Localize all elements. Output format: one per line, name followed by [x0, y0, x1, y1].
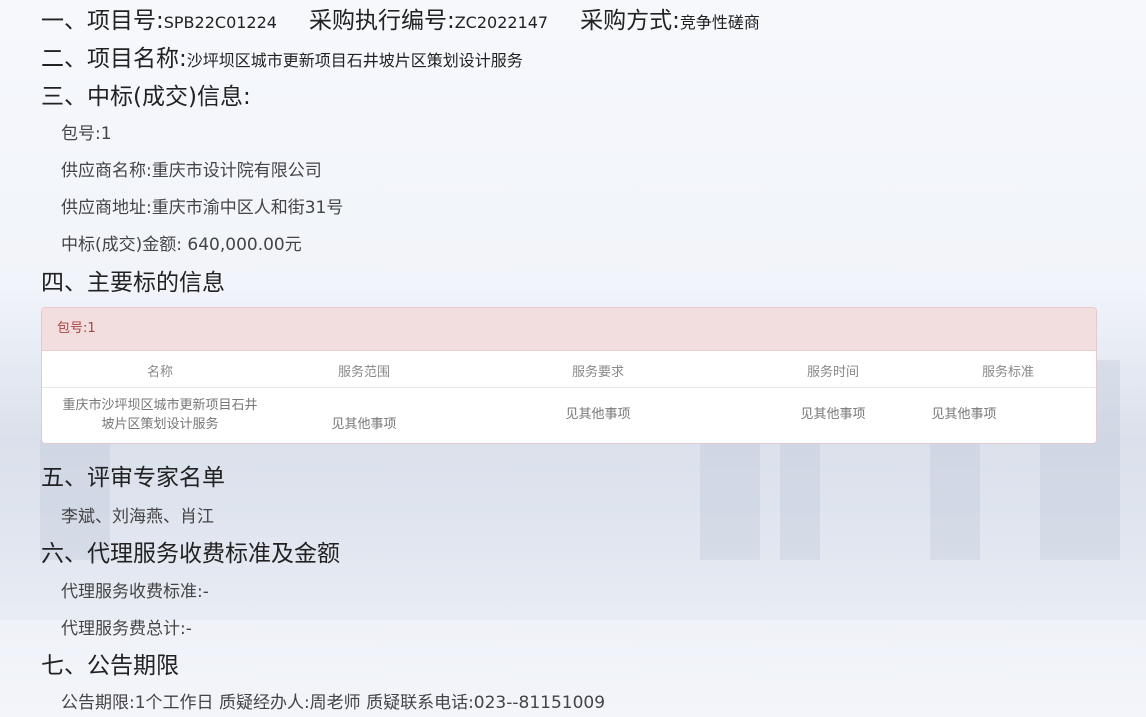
column-header-scope: 服务范围	[337, 365, 390, 380]
column-header-requirement: 服务要求	[571, 365, 624, 380]
section-main-subject-heading: 四、主要标的信息	[41, 270, 225, 296]
project-no-label: 一、项目号:	[41, 8, 164, 34]
table-row: 重庆市沙坪坝区城市更新项目石井 坡片区策划设计服务 见其他事项 见其他事项 见其…	[42, 388, 1096, 443]
award-package: 包号:1	[61, 124, 112, 144]
exec-no-label: 采购执行编号:	[308, 8, 455, 34]
table-header: 名称 服务范围 服务要求 服务时间 服务标准	[42, 351, 1096, 388]
cell-name-line1: 重庆市沙坪坝区城市更新项目石井	[62, 398, 258, 413]
section-project-info: 一、项目号:SPB22C01224 采购执行编号:ZC2022147 采购方式:竞争…	[41, 7, 760, 37]
award-supplier-name: 供应商名称:重庆市设计院有限公司	[61, 161, 322, 181]
cell-requirement: 见其他事项	[565, 407, 631, 422]
method-value: 竞争性磋商	[679, 13, 760, 32]
section-notice-period-heading: 七、公告期限	[41, 653, 179, 679]
section-agency-fee-heading: 六、代理服务收费标准及金额	[41, 541, 340, 567]
notice-period-details: 公告期限:1个工作日 质疑经办人:周老师 质疑联系电话:023--8115100…	[61, 693, 606, 713]
project-no-value: SPB22C01224	[163, 13, 277, 32]
cell-scope: 见其他事项	[331, 417, 397, 432]
exec-no-value: ZC2022147	[454, 13, 549, 32]
cell-name-line2: 坡片区策划设计服务	[101, 417, 219, 432]
panel-title: 包号:1	[42, 308, 1096, 351]
cell-time: 见其他事项	[800, 407, 866, 422]
experts-list: 李斌、刘海燕、肖江	[61, 507, 214, 527]
column-header-name: 名称	[146, 365, 173, 380]
section-project-name: 二、项目名称:沙坪坝区城市更新项目石井坡片区策划设计服务	[41, 45, 523, 75]
main-subject-panel: 包号:1 名称 服务范围 服务要求 服务时间 服务标准 重庆市沙坪坝区城市更新项…	[41, 307, 1097, 444]
agency-fee-standard: 代理服务收费标准:-	[61, 582, 209, 602]
column-header-standard: 服务标准	[981, 365, 1034, 380]
column-header-time: 服务时间	[806, 365, 859, 380]
project-name-value: 沙坪坝区城市更新项目石井坡片区策划设计服务	[186, 51, 523, 70]
agency-fee-total: 代理服务费总计:-	[61, 619, 192, 639]
award-amount: 中标(成交)金额: 640,000.00元	[61, 235, 302, 255]
project-name-label: 二、项目名称:	[41, 46, 187, 72]
cell-standard: 见其他事项	[931, 407, 997, 422]
award-supplier-address: 供应商地址:重庆市渝中区人和街31号	[61, 198, 344, 218]
method-label: 采购方式:	[580, 8, 680, 34]
section-award-heading: 三、中标(成交)信息:	[41, 84, 251, 110]
section-experts-heading: 五、评审专家名单	[41, 465, 225, 491]
